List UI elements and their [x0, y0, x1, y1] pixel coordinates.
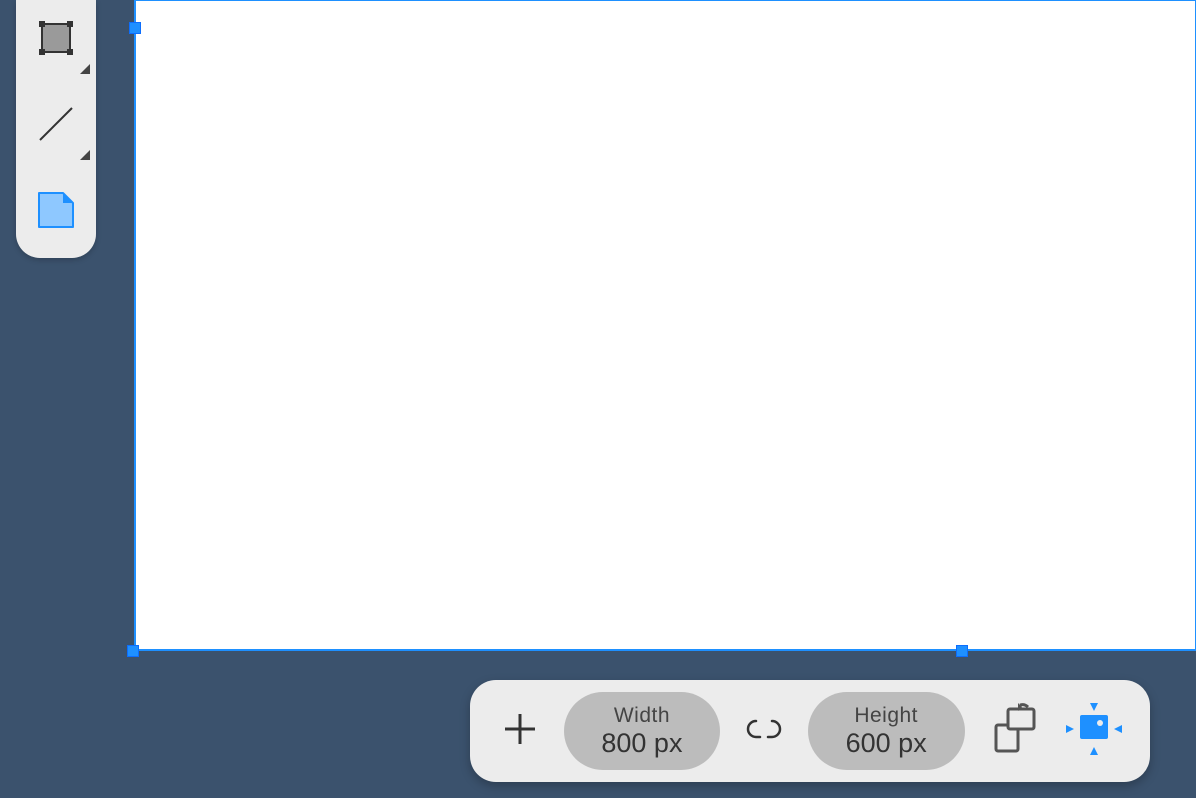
canvas-size-control-bar: Width 800 px Height 600 px: [470, 680, 1150, 782]
height-value: 600 px: [846, 728, 927, 759]
submenu-indicator-icon: [80, 150, 90, 160]
selection-handle-top-left[interactable]: [129, 22, 141, 34]
width-label: Width: [614, 704, 670, 728]
swap-orientation-button[interactable]: [985, 701, 1044, 761]
side-toolbar: [16, 0, 96, 258]
line-icon: [34, 102, 78, 151]
resize-to-fit-button[interactable]: [1064, 701, 1124, 761]
resize-image-icon: [1062, 701, 1126, 762]
rectangle-select-icon: [34, 16, 78, 65]
selection-handle-bottom-left[interactable]: [127, 645, 139, 657]
artboard-tool[interactable]: [28, 184, 84, 240]
page-rotate-icon: [988, 703, 1040, 760]
plus-icon: [501, 710, 539, 753]
rectangle-select-tool[interactable]: [28, 12, 84, 68]
artboard-canvas[interactable]: [135, 0, 1196, 650]
height-label: Height: [854, 704, 918, 728]
width-value: 800 px: [601, 728, 682, 759]
add-preset-button[interactable]: [496, 707, 544, 755]
height-field[interactable]: Height 600 px: [808, 692, 965, 770]
selection-handle-bottom-mid[interactable]: [956, 645, 968, 657]
artboard-icon: [33, 187, 79, 238]
submenu-indicator-icon: [80, 64, 90, 74]
width-field[interactable]: Width 800 px: [564, 692, 721, 770]
aspect-lock-toggle[interactable]: [740, 707, 788, 755]
line-tool[interactable]: [28, 98, 84, 154]
link-broken-icon: [742, 716, 786, 747]
